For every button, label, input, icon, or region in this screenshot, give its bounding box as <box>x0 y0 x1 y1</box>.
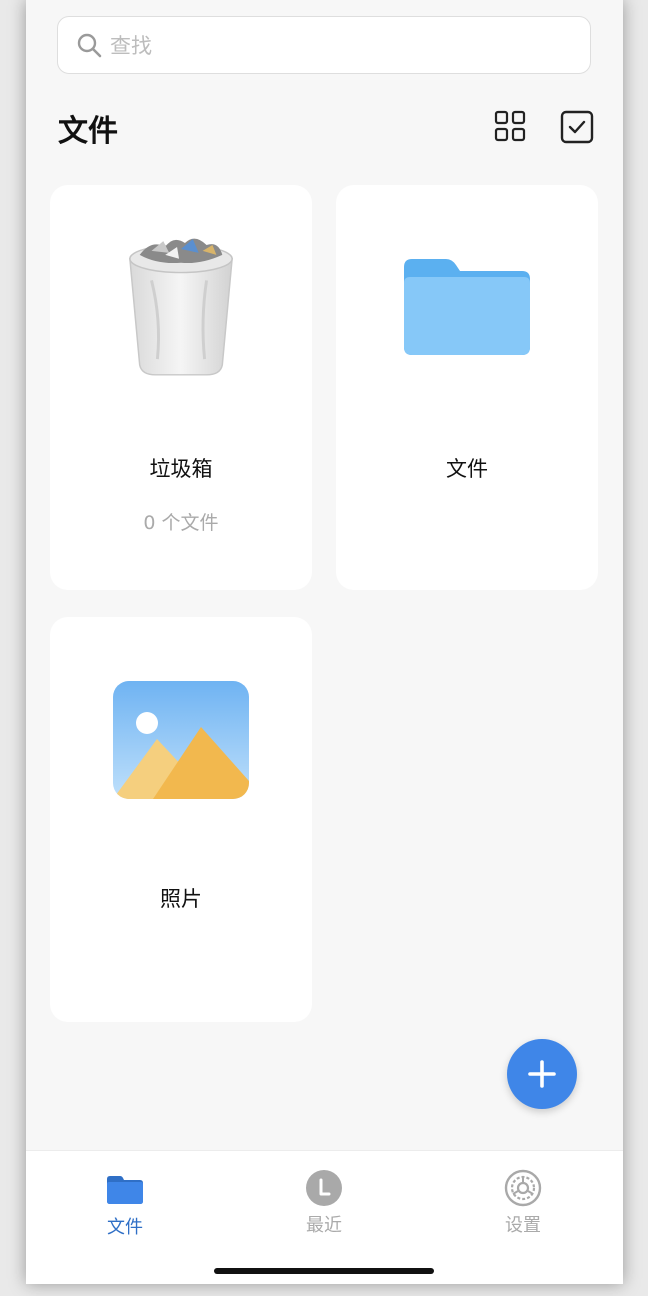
plus-icon <box>528 1060 556 1088</box>
folder-card-photos[interactable]: 照片 <box>50 617 312 1022</box>
folder-name: 照片 <box>160 887 202 911</box>
tab-settings[interactable]: 设置 <box>463 1169 583 1237</box>
tab-label: 文件 <box>107 1217 143 1238</box>
folder-icon <box>107 1176 143 1204</box>
phone-screen: 查找 文件 垃圾箱 0 个文件 文件 照片 文件 最近 设置 <box>26 0 623 1284</box>
select-checkbox-icon[interactable] <box>560 110 594 144</box>
folder-card-files[interactable]: 文件 <box>336 185 598 590</box>
page-title: 文件 <box>58 114 118 149</box>
photos-icon <box>113 681 249 799</box>
tab-label: 最近 <box>306 1215 342 1236</box>
tab-label: 设置 <box>505 1215 541 1236</box>
add-button[interactable] <box>507 1039 577 1109</box>
folder-file-count: 0 个文件 <box>143 512 219 534</box>
trash-icon <box>129 238 233 376</box>
clock-icon <box>306 1170 342 1206</box>
search-icon <box>77 33 102 58</box>
gear-icon <box>504 1169 542 1207</box>
tab-bar: 文件 最近 设置 <box>26 1150 623 1284</box>
search-placeholder: 查找 <box>110 34 152 58</box>
search-bar[interactable]: 查找 <box>57 16 591 74</box>
folder-card-trash[interactable]: 垃圾箱 0 个文件 <box>50 185 312 590</box>
home-indicator <box>214 1268 434 1274</box>
folder-icon <box>404 259 530 355</box>
tab-recent[interactable]: 最近 <box>264 1170 384 1237</box>
grid-view-icon[interactable] <box>494 110 526 142</box>
tab-files[interactable]: 文件 <box>65 1175 185 1239</box>
folder-name: 文件 <box>446 457 488 481</box>
folder-name: 垃圾箱 <box>149 457 213 481</box>
